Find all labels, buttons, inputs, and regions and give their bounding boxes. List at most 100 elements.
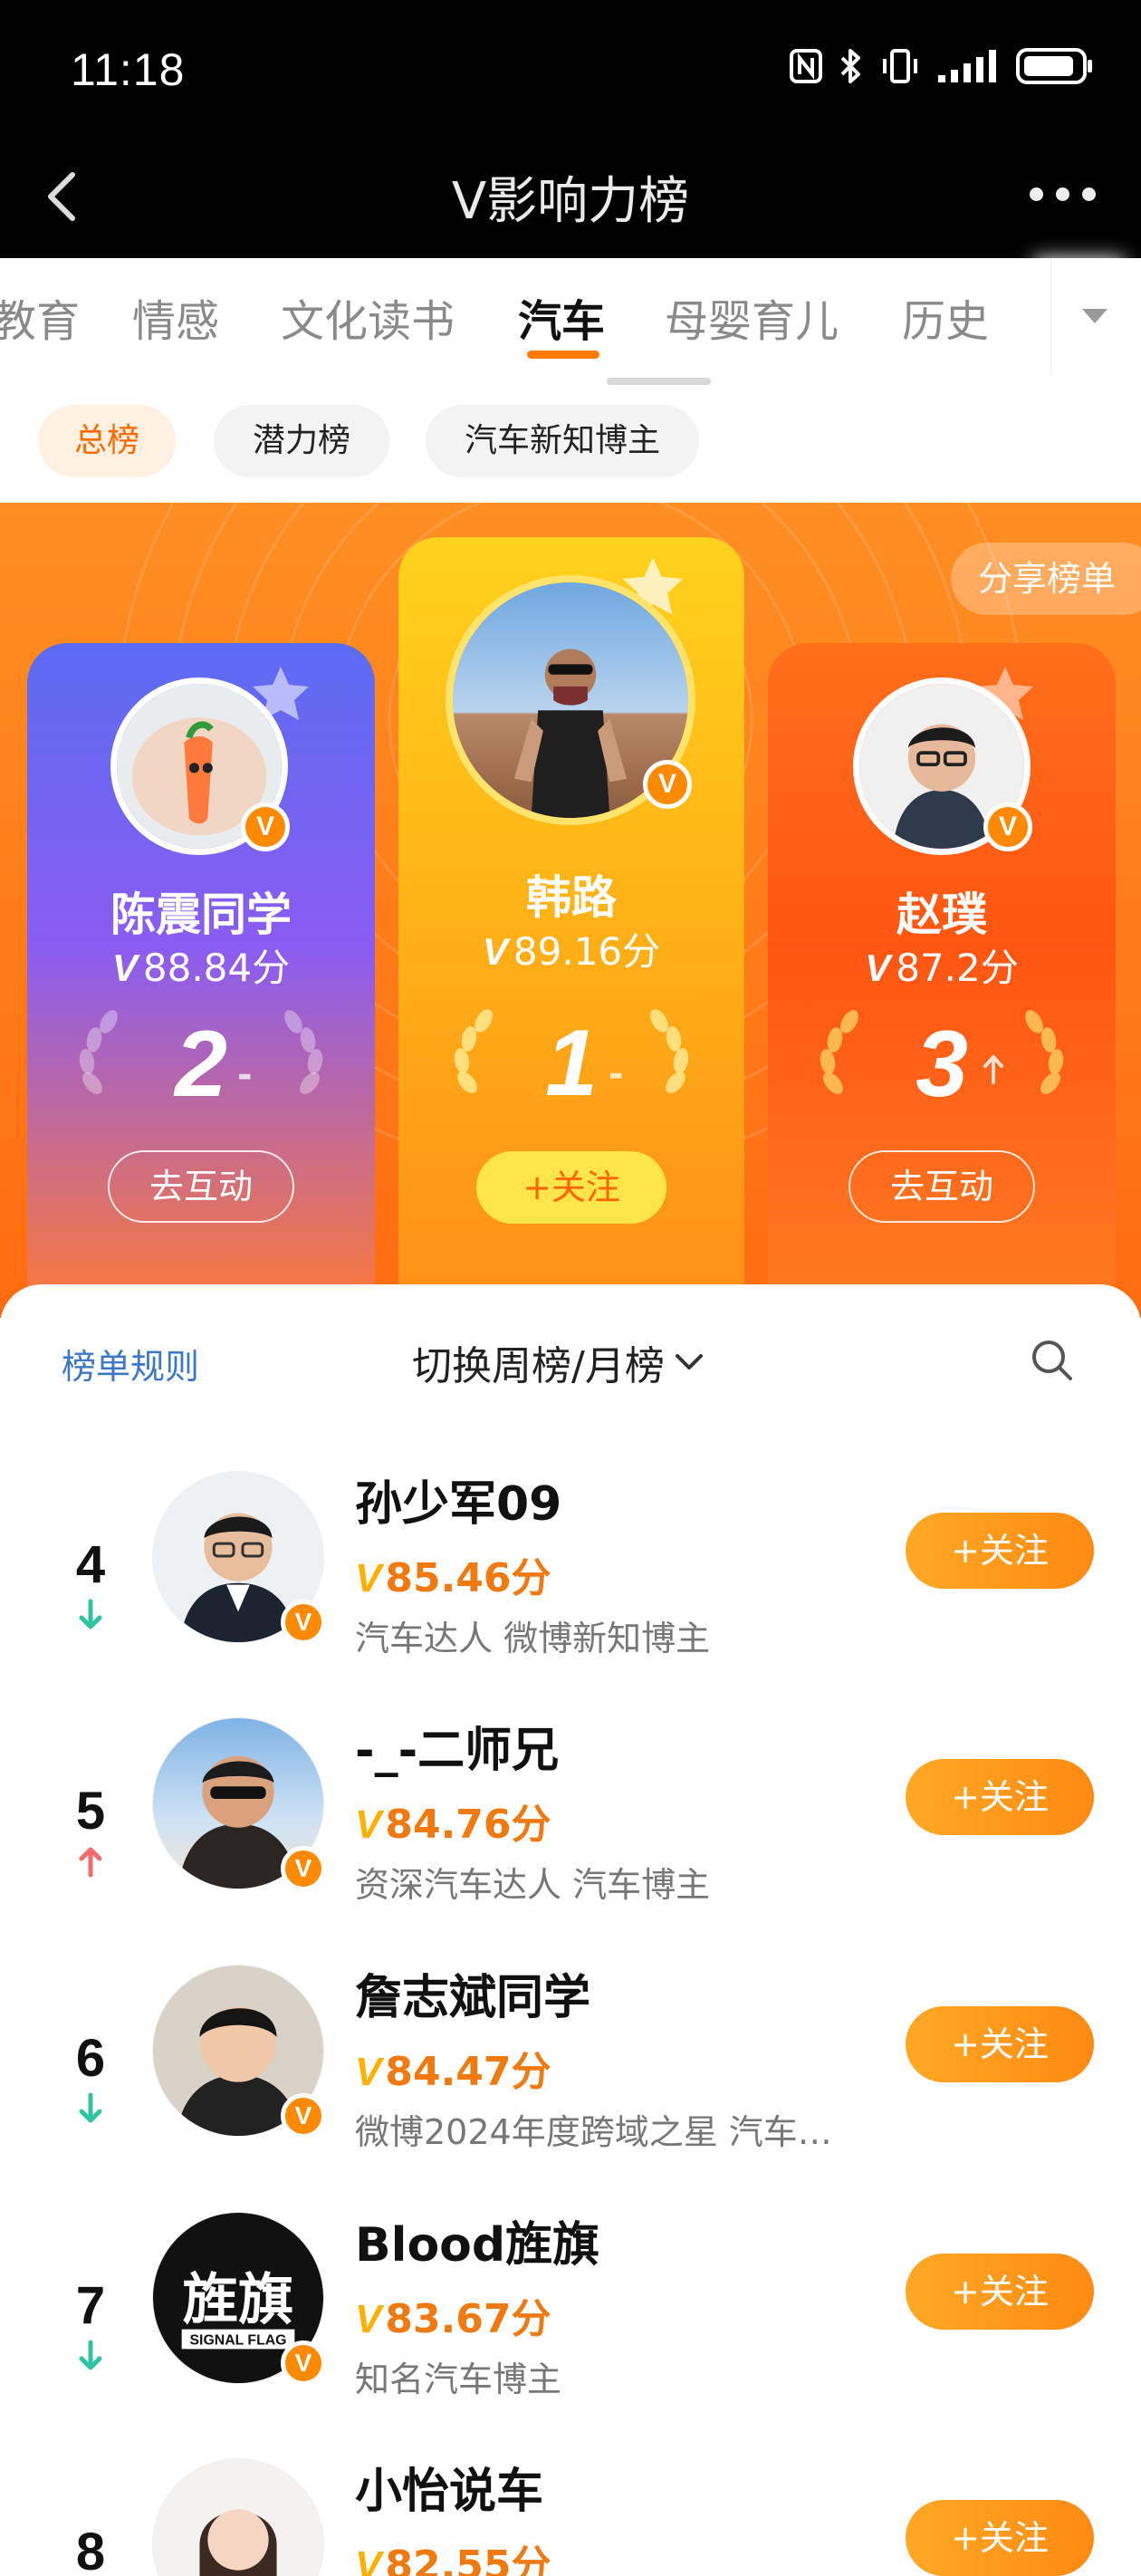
list-name: 孙少军09 <box>355 1477 562 1532</box>
podium-rank-number: 2 <box>175 1012 227 1117</box>
list-score: V82.55分 <box>355 2533 551 2576</box>
follow-button[interactable]: +关注 <box>476 1151 666 1224</box>
trend-down-arrow-icon <box>79 2092 102 2123</box>
list-rank: 8 <box>75 2523 106 2576</box>
search-icon[interactable] <box>1029 1337 1076 1384</box>
triangle-down-icon <box>1082 309 1107 323</box>
bluetooth-icon <box>840 49 860 83</box>
trend-up-arrow-icon <box>983 1054 1003 1084</box>
category-tabs: 教育 情感 文化读书 汽车 母婴育儿 历史 <box>0 258 1141 385</box>
follow-button[interactable]: +关注 <box>906 2500 1094 2576</box>
subtab-overall[interactable]: 总榜 <box>38 405 176 477</box>
tab-automobile[interactable]: 汽车 <box>518 285 605 349</box>
verified-v-icon: V <box>983 803 1032 851</box>
list-item[interactable]: 8 小怡说车 V82.55分 +关注 <box>0 2453 1141 2576</box>
podium-card-rank-3[interactable]: V 赵璞 V 87.2分 3 去互动 <box>768 643 1116 1318</box>
podium-score-value: 87.2分 <box>896 946 1019 990</box>
more-menu-icon[interactable] <box>1030 187 1096 201</box>
trend-flat-icon: - <box>609 1053 624 1095</box>
list-score: V84.47分 <box>355 2049 551 2095</box>
list-score-value: 82.55分 <box>385 2542 551 2576</box>
avatar[interactable] <box>152 2458 324 2576</box>
battery-icon <box>1016 48 1092 84</box>
podium-card-rank-2[interactable]: V 陈震同学 V 88.84分 2 - 去互动 <box>27 643 375 1318</box>
podium-score-value: 88.84分 <box>142 946 291 990</box>
tab-emotion[interactable]: 情感 <box>132 285 219 349</box>
podium-rank-number: 3 <box>916 1012 968 1117</box>
share-ranking-button[interactable]: 分享榜单 <box>950 543 1141 615</box>
list-item[interactable]: 4 V 孙少军09 V85.46分 汽车达人 微博新知博主 +关注 <box>0 1466 1141 1712</box>
chevron-down-icon <box>675 1354 703 1370</box>
interact-button[interactable]: 去互动 <box>849 1150 1035 1223</box>
trend-flat-icon: - <box>237 1054 253 1096</box>
list-name: Blood旌旗 <box>355 2218 600 2273</box>
podium-score-value: 89.16分 <box>513 929 661 974</box>
verified-v-icon: V <box>643 760 692 809</box>
page-title: V影响力榜 <box>451 172 690 231</box>
tab-history[interactable]: 历史 <box>902 285 989 349</box>
verified-v-icon: V <box>281 1600 326 1645</box>
avatar[interactable]: V <box>152 1717 326 1891</box>
avatar-rank-2[interactable]: V <box>110 678 290 855</box>
subtab-potential[interactable]: 潜力榜 <box>214 405 389 477</box>
trend-down-arrow-icon <box>79 1599 102 1629</box>
list-score-value: 84.47分 <box>385 2049 551 2095</box>
nfc-icon <box>790 49 822 83</box>
avatar-logo-text: 旌旗 <box>183 2268 294 2332</box>
status-bar: 11:18 <box>0 0 1141 140</box>
status-time: 11:18 <box>71 44 186 95</box>
podium-score: V 89.16分 <box>482 929 661 974</box>
list-item[interactable]: 7 旌旗 SIGNAL FLAG V Blood旌旗 V83.67分 知名汽车博… <box>0 2206 1141 2453</box>
list-rank: 7 <box>75 2276 106 2335</box>
avatar-rank-1[interactable]: V <box>446 575 695 825</box>
podium-name: 陈震同学 <box>110 889 292 941</box>
list-item[interactable]: 5 V -_-二师兄 V84.76分 资深汽车达人 汽车博主 +关注 <box>0 1712 1141 1958</box>
podium-rank: 2 - <box>27 1005 375 1123</box>
tab-education[interactable]: 教育 <box>0 285 80 349</box>
interact-button[interactable]: 去互动 <box>108 1150 294 1223</box>
list-rank: 5 <box>75 1782 106 1841</box>
follow-button[interactable]: +关注 <box>906 2006 1094 2082</box>
switch-period-label: 切换周榜/月榜 <box>412 1343 665 1389</box>
tab-parenting[interactable]: 母婴育儿 <box>665 285 839 349</box>
list-name: -_-二师兄 <box>355 1724 560 1778</box>
follow-button[interactable]: +关注 <box>906 2254 1094 2330</box>
avatar[interactable]: V <box>152 1471 326 1645</box>
verified-v-icon: V <box>281 2341 326 2386</box>
status-icons <box>790 47 1094 85</box>
list-item[interactable]: 6 V 詹志斌同学 V84.47分 微博2024年度跨域之星 汽车… +关注 <box>0 1959 1141 2206</box>
signal-icon <box>938 50 996 82</box>
podium-score: V 87.2分 <box>865 946 1019 990</box>
subtab-new-knowledge[interactable]: 汽车新知博主 <box>426 405 699 477</box>
list-score: V84.76分 <box>355 1802 551 1848</box>
list-description: 知名汽车博主 <box>355 2360 562 2399</box>
verified-v-icon: V <box>241 803 290 851</box>
podium-score: V 88.84分 <box>111 946 291 990</box>
trend-up-arrow-icon <box>79 1847 102 1878</box>
tab-culture-reading[interactable]: 文化读书 <box>281 285 455 349</box>
avatar-image <box>152 2458 324 2576</box>
follow-button[interactable]: +关注 <box>906 1759 1094 1835</box>
avatar[interactable]: V <box>152 1965 326 2139</box>
list-rank: 6 <box>75 2029 106 2088</box>
ranking-list-panel: 榜单规则 切换周榜/月榜 4 V 孙少军09 V85.46分 汽车达人 微博新知… <box>0 1284 1141 2576</box>
podium-name: 韩路 <box>526 871 617 924</box>
podium-rank-number: 1 <box>545 1011 598 1116</box>
list-name: 小怡说车 <box>355 2465 544 2519</box>
ranking-rules-link[interactable]: 榜单规则 <box>62 1339 199 1389</box>
follow-button[interactable]: +关注 <box>906 1513 1094 1589</box>
switch-period-dropdown[interactable]: 切换周榜/月榜 <box>412 1333 705 1391</box>
list-score-value: 85.46分 <box>385 1555 551 1601</box>
avatar-logo-subtext: SIGNAL FLAG <box>190 2332 287 2348</box>
tabs-dropdown-button[interactable] <box>1050 258 1141 376</box>
list-score: V85.46分 <box>355 1555 551 1601</box>
avatar-rank-3[interactable]: V <box>853 678 1032 855</box>
list-score-value: 83.67分 <box>385 2296 551 2342</box>
list-rank: 4 <box>75 1535 106 1594</box>
podium-card-rank-1[interactable]: V 韩路 V 89.16分 1 - +关注 <box>398 537 744 1318</box>
list-score: V83.67分 <box>355 2296 551 2342</box>
vibrate-icon <box>883 49 917 83</box>
avatar[interactable]: 旌旗 SIGNAL FLAG V <box>152 2212 326 2386</box>
podium-section: 分享榜单 V 陈震同学 V 88.84分 2 - 去互动 V 韩路 V 89.1… <box>0 503 1141 1318</box>
verified-v-icon: V <box>281 2093 326 2139</box>
